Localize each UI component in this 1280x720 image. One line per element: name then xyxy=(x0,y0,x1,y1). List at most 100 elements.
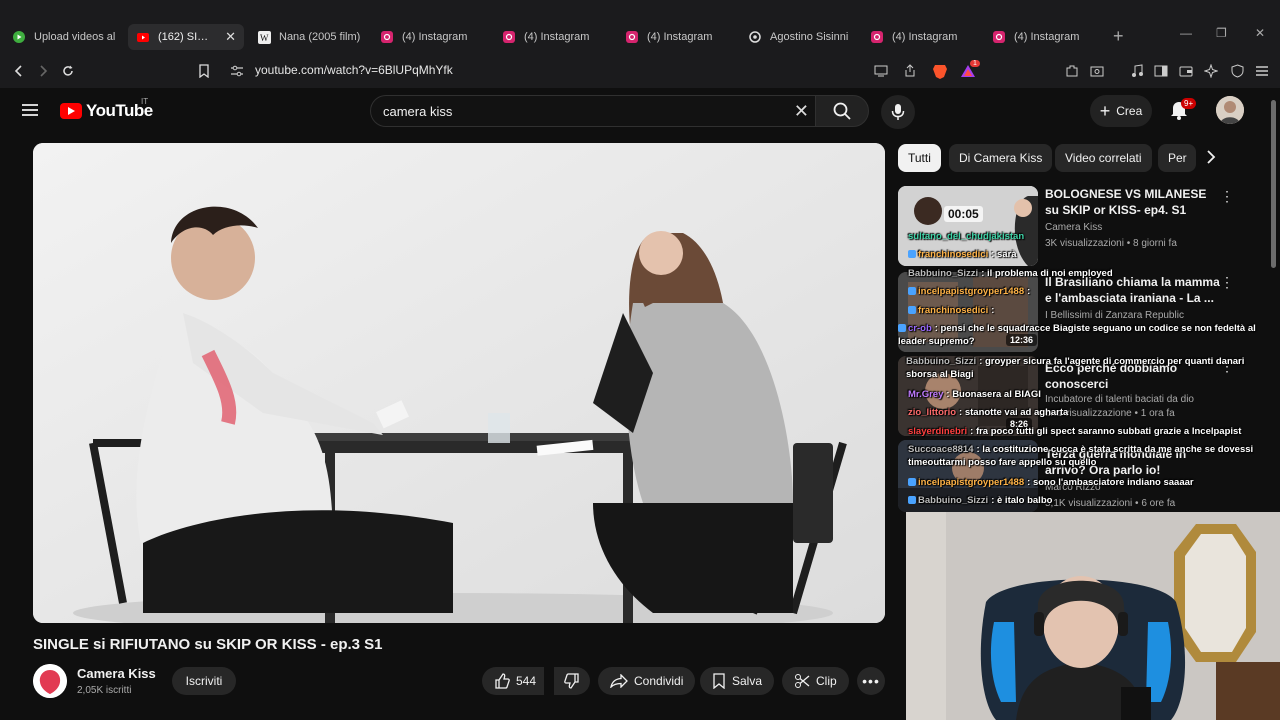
site-info-button[interactable] xyxy=(227,61,247,81)
chat-message: incelpapistgroyper1488: xyxy=(908,285,1266,298)
chat-message: Babbuino_Sizzi: è italo balbo xyxy=(908,494,1266,507)
vpn-button[interactable] xyxy=(1227,61,1247,81)
window-close-button[interactable]: ✕ xyxy=(1255,26,1265,40)
video-player[interactable] xyxy=(33,143,885,623)
sparkle-icon xyxy=(1204,64,1218,78)
chat-username: incelpapistgroyper1488 xyxy=(918,286,1025,297)
leo-button[interactable] xyxy=(1201,61,1221,81)
chip-per[interactable]: Per xyxy=(1158,144,1196,172)
related-video-title[interactable]: BOLOGNESE VS MILANESE su SKIP or KISS- e… xyxy=(1045,186,1220,218)
new-tab-button[interactable]: + xyxy=(1113,26,1124,47)
shield-icon xyxy=(1231,64,1243,78)
badge-icon xyxy=(908,306,916,314)
tab-label: Nana (2005 film) xyxy=(279,31,361,43)
cast-icon xyxy=(874,65,888,77)
reload-button[interactable] xyxy=(57,60,79,82)
subscribe-button[interactable]: Iscriviti xyxy=(172,667,236,695)
subscriber-count: 2,05K iscritti xyxy=(77,685,132,696)
save-button[interactable]: Salva xyxy=(700,667,775,695)
create-button[interactable]: + Crea xyxy=(1090,95,1152,127)
chip-video-correlati[interactable]: Video correlati xyxy=(1055,144,1152,172)
clip-label: Clip xyxy=(816,674,837,688)
webcam-feed xyxy=(906,512,1280,720)
chat-username: Babbuino_Sizzi xyxy=(906,356,977,367)
search-button[interactable] xyxy=(815,95,869,127)
chip-di-camera-kiss[interactable]: Di Camera Kiss xyxy=(949,144,1053,172)
chip-tutti[interactable]: Tutti xyxy=(898,144,941,172)
chat-message: franchinosedici: sarà xyxy=(908,248,1266,261)
instagram-icon xyxy=(625,30,639,44)
save-label: Salva xyxy=(732,674,763,688)
chat-message: franchinosedici: xyxy=(908,304,1266,317)
chat-username: sultano_del_chudjakistan xyxy=(908,231,1025,242)
chips-next-button[interactable] xyxy=(1206,150,1216,169)
more-vertical-icon[interactable]: ⋮ xyxy=(1220,188,1234,205)
search-box[interactable]: camera kiss ✕ xyxy=(370,95,816,127)
clip-button[interactable]: Clip xyxy=(782,667,849,695)
browser-tab[interactable]: (4) Instagram xyxy=(380,26,488,48)
svg-text:W: W xyxy=(260,33,269,43)
bookmark-button[interactable] xyxy=(194,61,214,81)
brave-shields-button[interactable] xyxy=(930,61,950,81)
chat-username: franchinosedici xyxy=(918,305,989,316)
browser-tab[interactable]: W Nana (2005 film) xyxy=(257,26,365,48)
badge-icon xyxy=(908,250,916,258)
tab-label: Upload videos al xyxy=(34,31,116,43)
chevron-right-icon xyxy=(1207,150,1216,164)
wallet-button[interactable] xyxy=(1176,61,1196,81)
browser-tab[interactable]: (4) Instagram xyxy=(625,26,733,48)
channel-name[interactable]: Camera Kiss xyxy=(77,666,156,681)
like-button[interactable]: 544 xyxy=(482,667,545,695)
webcam-overlay xyxy=(906,512,1280,720)
chat-username: Succoace8814 xyxy=(908,444,974,455)
share-button[interactable] xyxy=(900,61,920,81)
chat-text: : sono l'ambasciatore indiano saaaar xyxy=(1027,477,1194,488)
threads-icon xyxy=(748,30,762,44)
maximize-button[interactable]: ❐ xyxy=(1216,26,1227,40)
bookmark-icon xyxy=(713,673,725,689)
tab-label: (4) Instagram xyxy=(524,31,590,43)
media-button[interactable] xyxy=(871,61,891,81)
more-actions-button[interactable]: ••• xyxy=(857,667,885,695)
duration-label: 00:05 xyxy=(944,206,983,222)
chat-message: Babbuino_Sizzi: il problema di noi emplo… xyxy=(908,267,1266,280)
wikipedia-icon: W xyxy=(257,30,271,44)
sidebar-button[interactable] xyxy=(1151,61,1171,81)
scrollbar-thumb[interactable] xyxy=(1271,100,1276,268)
browser-tab[interactable]: (4) Instagram xyxy=(992,26,1100,48)
browser-tab-active[interactable]: (162) SINGLE ✕ xyxy=(128,24,244,50)
hamburger-icon xyxy=(22,104,38,116)
studio-icon xyxy=(12,30,26,44)
chat-username: slayerdinebri xyxy=(908,426,968,437)
minimize-button[interactable]: — xyxy=(1180,26,1192,40)
chat-text: : il problema di noi employed xyxy=(981,268,1113,279)
channel-avatar[interactable] xyxy=(33,664,67,698)
music-note-icon xyxy=(1132,64,1143,77)
guide-menu-button[interactable] xyxy=(21,103,39,122)
media-controls-button[interactable] xyxy=(1127,61,1147,81)
menu-button[interactable] xyxy=(1252,61,1272,81)
youtube-logo[interactable]: YouTube xyxy=(60,101,153,121)
browser-tab[interactable]: Upload videos al xyxy=(12,26,120,48)
screenshot-button[interactable] xyxy=(1087,61,1107,81)
dislike-button[interactable] xyxy=(554,667,590,695)
badge-icon xyxy=(898,324,906,332)
camera-icon xyxy=(1090,66,1104,77)
clear-search-icon[interactable]: ✕ xyxy=(794,101,809,122)
browser-tab[interactable]: Agostino Sisinni xyxy=(748,26,856,48)
url-field[interactable]: youtube.com/watch?v=6BlUPqMhYfk xyxy=(255,63,453,77)
voice-search-button[interactable] xyxy=(881,95,915,129)
account-avatar[interactable] xyxy=(1216,96,1244,124)
share-button[interactable]: Condividi xyxy=(598,667,696,695)
back-button[interactable] xyxy=(8,60,30,82)
chat-text: : Buonasera al BIAGI xyxy=(946,389,1041,400)
close-icon[interactable]: ✕ xyxy=(225,29,236,45)
search-input[interactable]: camera kiss xyxy=(383,104,452,119)
chat-username: Mr.Grey xyxy=(908,389,944,400)
chat-text: : pensi che le squadracce Biagiste segua… xyxy=(898,323,1256,347)
browser-tab[interactable]: (4) Instagram xyxy=(502,26,610,48)
browser-tab[interactable]: (4) Instagram xyxy=(870,26,978,48)
forward-button[interactable] xyxy=(32,60,54,82)
instagram-icon xyxy=(992,30,1006,44)
extensions-button[interactable] xyxy=(1062,61,1082,81)
